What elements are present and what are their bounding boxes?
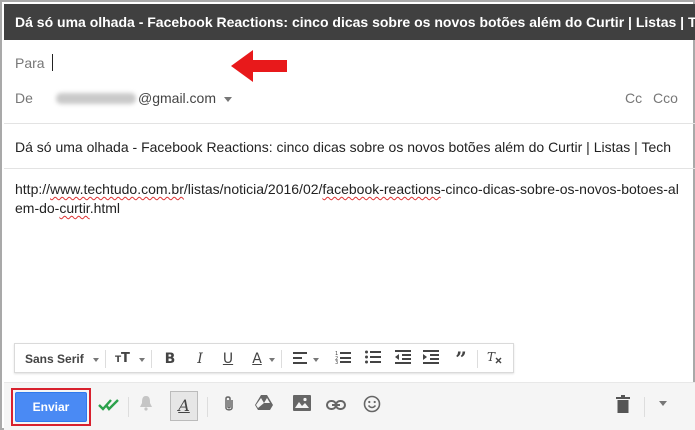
align-icon[interactable]: [290, 349, 310, 369]
svg-text:T: T: [121, 351, 130, 364]
bcc-link[interactable]: Cco: [653, 90, 678, 106]
message-body[interactable]: http://www.techtudo.com.br/listas/notici…: [15, 180, 680, 218]
divider: [4, 123, 695, 124]
emoji-icon[interactable]: [360, 395, 384, 419]
font-family-select[interactable]: Sans Serif: [25, 352, 84, 366]
subject-field[interactable]: Dá só uma olhada - Facebook Reactions: c…: [15, 139, 671, 155]
from-row: De @gmail.com Cc Cco: [4, 84, 695, 120]
send-button-highlight: Enviar: [11, 388, 91, 426]
remove-formatting-icon[interactable]: T: [485, 349, 505, 369]
align-chevron-icon[interactable]: [313, 358, 319, 362]
compose-action-bar: Enviar A: [4, 382, 695, 430]
toolbar-separator: [128, 397, 129, 417]
to-label: Para: [15, 55, 45, 71]
insert-link-icon[interactable]: [324, 395, 348, 419]
url-part-word: curtir: [59, 200, 90, 216]
toolbar-separator: [207, 397, 208, 417]
formatting-options-icon[interactable]: A: [170, 391, 198, 421]
font-size-icon[interactable]: TT: [113, 349, 137, 369]
toolbar-separator: [477, 350, 478, 368]
trash-icon[interactable]: [611, 395, 635, 419]
bold-icon[interactable]: B: [161, 349, 179, 369]
cc-link[interactable]: Cc: [625, 90, 642, 106]
font-size-chevron-icon[interactable]: [139, 358, 145, 362]
underline-icon[interactable]: U: [219, 349, 237, 369]
from-address-domain: @gmail.com: [138, 90, 217, 106]
text-color-icon[interactable]: A: [247, 349, 267, 369]
more-options-chevron-icon[interactable]: [659, 401, 667, 406]
bell-icon[interactable]: [134, 395, 158, 419]
svg-text:3: 3: [335, 360, 338, 364]
compose-window: Dá só uma olhada - Facebook Reactions: c…: [0, 0, 695, 430]
toolbar-separator: [151, 350, 152, 368]
indent-less-icon[interactable]: [393, 349, 413, 369]
svg-text:T: T: [487, 350, 496, 364]
quote-icon[interactable]: ”: [451, 349, 471, 369]
indent-more-icon[interactable]: [421, 349, 441, 369]
bulleted-list-icon[interactable]: [363, 349, 383, 369]
url-part-domain: www.techtudo.com.br: [50, 181, 184, 197]
divider: [4, 168, 695, 169]
formatting-toolbar: Sans Serif TT B I U A 123 ” T: [14, 343, 514, 373]
drive-icon[interactable]: [252, 395, 276, 419]
paperclip-icon[interactable]: [217, 395, 241, 419]
url-part-path: /listas/noticia/2016/02/: [183, 181, 323, 197]
from-label: De: [15, 90, 33, 106]
insert-photo-icon[interactable]: [290, 395, 314, 419]
italic-icon[interactable]: I: [191, 349, 209, 369]
url-prefix: http://: [15, 181, 51, 197]
toolbar-separator: [105, 350, 106, 368]
numbered-list-icon[interactable]: 123: [333, 349, 353, 369]
compose-title[interactable]: Dá só uma olhada - Facebook Reactions: c…: [4, 4, 695, 40]
to-field[interactable]: Para: [4, 40, 695, 84]
url-suffix: .html: [89, 200, 121, 216]
url-part-slug: facebook-reactions: [322, 181, 441, 197]
from-address-blurred: [56, 93, 136, 104]
double-check-icon[interactable]: [97, 395, 121, 419]
toolbar-separator: [644, 397, 645, 417]
text-color-chevron-icon[interactable]: [269, 358, 275, 362]
toolbar-separator: [281, 350, 282, 368]
font-family-chevron-icon[interactable]: [93, 358, 99, 362]
send-button[interactable]: Enviar: [15, 392, 87, 422]
red-arrow-annotation-icon: [231, 50, 287, 82]
from-dropdown-chevron-icon[interactable]: [224, 97, 232, 102]
text-cursor: [52, 54, 53, 71]
